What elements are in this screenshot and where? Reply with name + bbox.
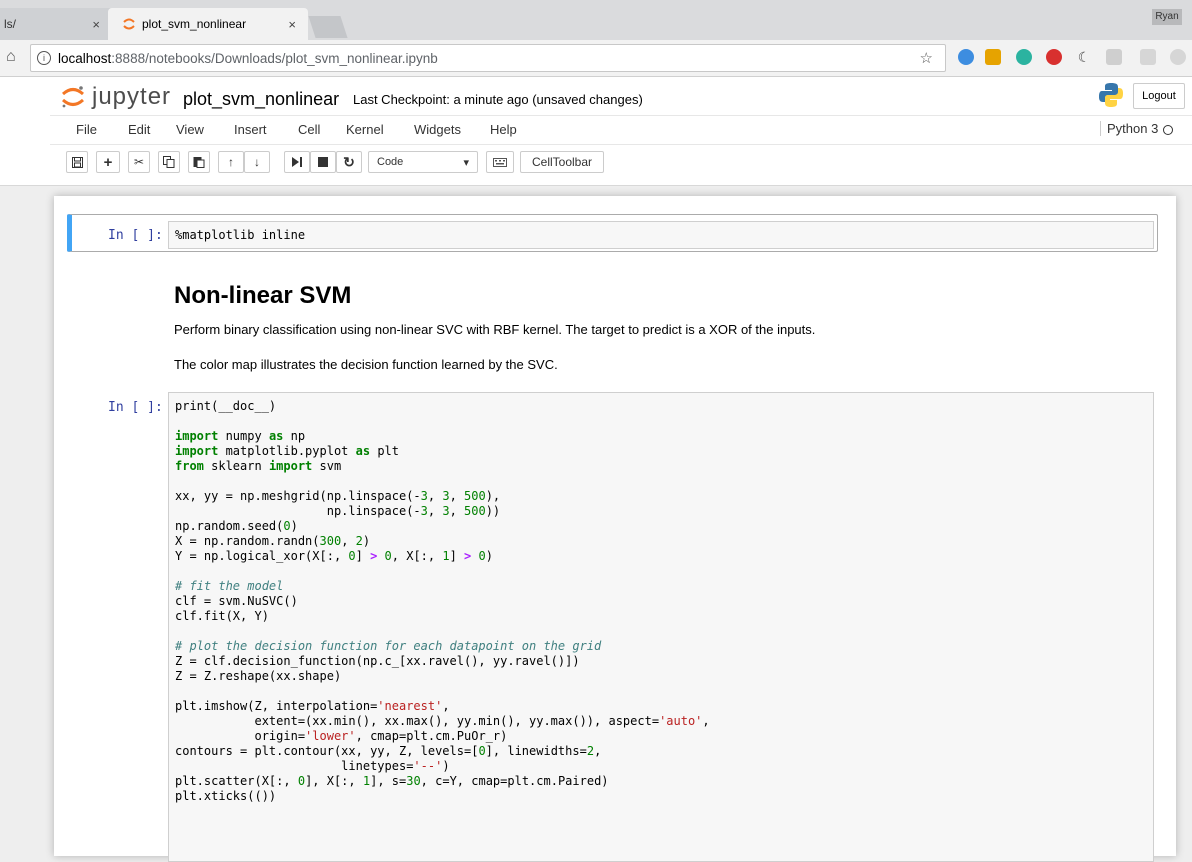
url-host: localhost: [58, 50, 112, 66]
jupyter-logo-text: jupyter: [92, 83, 172, 110]
tab-title: plot_svm_nonlinear: [142, 17, 247, 31]
menu-kernel[interactable]: Kernel: [346, 122, 384, 137]
insert-cell-icon[interactable]: +: [96, 151, 120, 173]
extension-icon-1[interactable]: [958, 49, 974, 65]
jupyter-logo-icon: [61, 86, 85, 108]
url-path: :8888/notebooks/Downloads/plot_svm_nonli…: [111, 50, 438, 66]
jupyter-logo[interactable]: jupyter: [60, 83, 171, 111]
notebook-name[interactable]: plot_svm_nonlinear: [183, 89, 339, 110]
kernel-name: Python 3: [1107, 121, 1159, 136]
code-editor[interactable]: %matplotlib inline: [168, 221, 1154, 249]
browser-tab-previous[interactable]: ls/ ×: [0, 8, 112, 40]
restart-kernel-icon[interactable]: ↻: [336, 151, 362, 173]
browser-tab-active[interactable]: plot_svm_nonlinear ×: [108, 8, 308, 40]
input-prompt: In [ ]:: [108, 400, 163, 415]
menu-help[interactable]: Help: [490, 122, 517, 137]
checkpoint-status: Last Checkpoint: a minute ago (unsaved c…: [353, 92, 643, 107]
logout-button[interactable]: Logout: [1133, 83, 1185, 109]
adblock-icon[interactable]: [1046, 49, 1062, 65]
address-bar-row: ⌂ i localhost:8888/notebooks/Downloads/p…: [0, 40, 1192, 77]
camera-extension-icon[interactable]: [1106, 49, 1122, 65]
chevron-down-icon: ▾: [463, 156, 469, 169]
menu-widgets[interactable]: Widgets: [414, 122, 461, 137]
interrupt-kernel-icon[interactable]: [310, 151, 336, 173]
menu-view[interactable]: View: [176, 122, 204, 137]
cell-type-select[interactable]: Code ▾: [368, 151, 478, 173]
cut-icon[interactable]: ✂: [128, 151, 150, 173]
save-icon[interactable]: [66, 151, 88, 173]
info-icon[interactable]: i: [37, 51, 51, 65]
celltoolbar-button[interactable]: CellToolbar: [520, 151, 604, 173]
python-logo-icon: [1099, 83, 1123, 107]
extension-icon-3[interactable]: [1016, 49, 1032, 65]
jupyter-favicon-icon: [123, 18, 135, 30]
home-icon[interactable]: ⌂: [6, 48, 16, 66]
menu-cell[interactable]: Cell: [298, 122, 320, 137]
markdown-paragraph: The color map illustrates the decision f…: [174, 357, 558, 372]
new-tab-button[interactable]: [308, 16, 348, 38]
code-editor[interactable]: print(__doc__) import numpy as np import…: [168, 392, 1154, 862]
code-line: %matplotlib inline: [175, 228, 306, 242]
move-up-icon[interactable]: ↑: [218, 151, 244, 173]
paste-icon[interactable]: [188, 151, 210, 173]
menu-edit[interactable]: Edit: [128, 122, 150, 137]
input-prompt: In [ ]:: [108, 228, 163, 243]
move-down-icon[interactable]: ↓: [244, 151, 270, 173]
extension-icon-7[interactable]: [1140, 49, 1156, 65]
extension-icon-8[interactable]: [1170, 49, 1186, 65]
code-block: print(__doc__) import numpy as np import…: [175, 399, 710, 803]
notebook-toolbar: + ✂ ↑ ↓ ↻ Code ▾ CellToolbar: [0, 151, 1192, 177]
copy-icon[interactable]: [158, 151, 180, 173]
markdown-paragraph: Perform binary classification using non-…: [174, 322, 816, 337]
cell-type-value: Code: [377, 156, 404, 168]
menu-bar: File Edit View Insert Cell Kernel Widget…: [50, 115, 1192, 145]
moon-icon[interactable]: ☾: [1076, 49, 1092, 65]
command-palette-icon[interactable]: [486, 151, 514, 173]
menu-file[interactable]: File: [76, 122, 97, 137]
kernel-idle-icon: [1163, 124, 1174, 135]
kernel-indicator: Python 3: [1100, 121, 1174, 136]
profile-badge[interactable]: Ryan: [1152, 9, 1182, 25]
lock-extension-icon[interactable]: [985, 49, 1001, 65]
bookmark-star-icon[interactable]: ☆: [920, 49, 933, 67]
tab-close-icon[interactable]: ×: [92, 17, 100, 32]
markdown-heading: Non-linear SVM: [174, 282, 352, 309]
run-cell-icon[interactable]: [284, 151, 310, 173]
browser-tab-bar: ls/ × plot_svm_nonlinear × Ryan: [0, 0, 1192, 40]
tab-close-icon[interactable]: ×: [288, 17, 296, 32]
notebook-container: In [ ]: %matplotlib inline Non-linear SV…: [54, 196, 1176, 862]
tab-title: ls/: [4, 17, 16, 31]
url-field[interactable]: i localhost:8888/notebooks/Downloads/plo…: [30, 44, 946, 72]
menu-insert[interactable]: Insert: [234, 122, 267, 137]
jupyter-header: jupyter plot_svm_nonlinear Last Checkpoi…: [0, 77, 1192, 186]
